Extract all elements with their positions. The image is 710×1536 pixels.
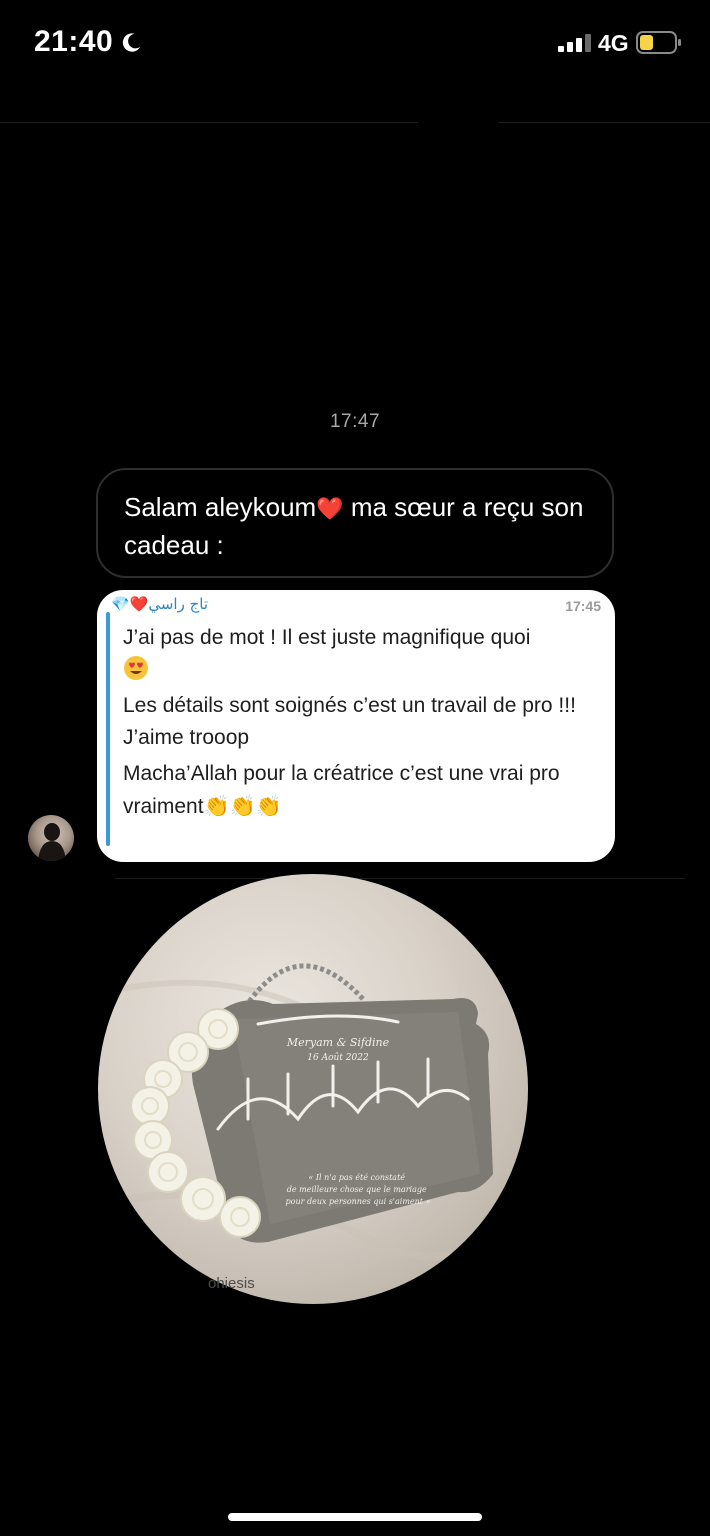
shared-photo[interactable]: Meryam & Sifdine 16 Août 2022 « Il n'a p…	[98, 874, 528, 1304]
quote-line-text: J’ai pas de mot ! Il est juste magnifiqu…	[123, 626, 531, 649]
status-bar: 21:40 4G	[0, 0, 710, 90]
photo-watermark: ohiesis	[208, 1275, 255, 1292]
quote-accent-bar	[106, 612, 110, 846]
quote-line: Les détails sont soignés c’est un travai…	[123, 694, 576, 749]
quote-line: J’ai pas de mot ! Il est juste magnifiqu…	[123, 622, 593, 686]
signal-icon	[558, 34, 591, 52]
clock-label: 21:40	[34, 25, 114, 58]
avatar-silhouette-icon	[38, 823, 66, 861]
message-bubble[interactable]: Salam aleykoum❤️ ma sœur a reçu son cade…	[96, 468, 614, 578]
plaque-date: 16 Août 2022	[307, 1052, 369, 1063]
quote-line-text: Macha’Allah pour la créatrice c’est une …	[123, 762, 560, 818]
clapping-emoji-icon: 👏👏👏	[203, 794, 282, 818]
message-text: Salam aleykoum	[124, 492, 317, 522]
battery-icon	[636, 31, 681, 54]
moon-icon	[123, 33, 141, 52]
plaque-names: Meryam & Sifdine	[286, 1036, 390, 1049]
network-label: 4G	[598, 30, 629, 56]
plaque-photo-illustration: Meryam & Sifdine 16 Août 2022 « Il n'a p…	[98, 963, 528, 1261]
quote-body: J’ai pas de mot ! Il est juste magnifiqu…	[123, 622, 593, 827]
home-indicator[interactable]	[228, 1513, 482, 1521]
avatar[interactable]	[28, 815, 74, 861]
header-divider	[0, 122, 418, 123]
quote-time: 17:45	[565, 598, 601, 614]
quote-line: Macha’Allah pour la créatrice c’est une …	[123, 758, 593, 823]
heart-eyes-emoji-icon	[124, 656, 148, 680]
quote-sender-name: تاج راسي❤️💎	[111, 595, 209, 613]
chat-timestamp: 17:47	[329, 411, 381, 432]
message-divider	[115, 878, 685, 879]
heart-emoji: ❤️	[316, 496, 344, 521]
header-divider	[498, 122, 710, 123]
status-time: 21:40	[34, 25, 143, 59]
shared-screenshot-card[interactable]: تاج راسي❤️💎 17:45 J’ai pas de mot ! Il e…	[97, 590, 615, 862]
